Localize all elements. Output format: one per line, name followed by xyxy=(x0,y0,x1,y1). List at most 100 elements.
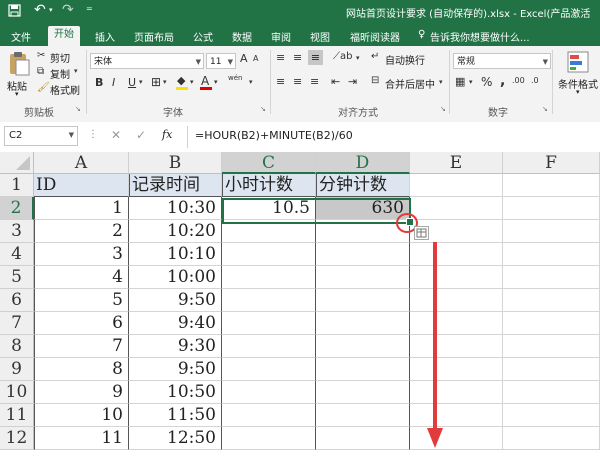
paste-button[interactable]: 粘贴 ▾ xyxy=(6,50,32,100)
clipboard-launcher-icon[interactable]: ↘ xyxy=(75,105,81,113)
bold-button[interactable]: B xyxy=(95,76,103,89)
time-cell[interactable]: 10:10 xyxy=(129,243,222,266)
hours-cell[interactable] xyxy=(222,381,316,404)
row-header-4[interactable]: 4 xyxy=(0,243,34,266)
alignment-launcher-icon[interactable]: ↘ xyxy=(440,105,446,113)
time-cell[interactable]: 12:50 xyxy=(129,427,222,450)
column-header-f[interactable]: F xyxy=(503,152,600,174)
cut-button[interactable]: 剪切 xyxy=(50,50,70,65)
format-painter-button[interactable]: 格式刷 xyxy=(50,82,80,97)
decrease-indent-icon[interactable]: ⇤ xyxy=(331,75,340,88)
id-cell[interactable]: 10 xyxy=(34,404,129,427)
align-center-icon[interactable]: ≡ xyxy=(293,75,302,88)
row-header-3[interactable]: 3 xyxy=(0,220,34,243)
insert-function-button[interactable]: fx xyxy=(162,128,172,141)
time-cell[interactable]: 11:50 xyxy=(129,404,222,427)
borders-dropdown-icon[interactable]: ▾ xyxy=(163,78,167,86)
align-middle-icon[interactable]: ≡ xyxy=(293,51,302,64)
minutes-cell[interactable] xyxy=(316,427,410,450)
column-header-b[interactable]: B xyxy=(129,152,222,174)
undo-icon[interactable]: ↶ xyxy=(34,2,46,18)
row-header-8[interactable]: 8 xyxy=(0,335,34,358)
header-cell-d[interactable]: 分钟计数 xyxy=(316,174,410,197)
empty-cell[interactable] xyxy=(503,404,600,427)
font-launcher-icon[interactable]: ↘ xyxy=(260,105,266,113)
row-header-2[interactable]: 2 xyxy=(0,197,34,220)
column-header-a[interactable]: A xyxy=(34,152,129,174)
row-header-1[interactable]: 1 xyxy=(0,174,34,197)
font-size-select[interactable]: 11 ▼ xyxy=(206,53,236,69)
minutes-cell[interactable] xyxy=(316,289,410,312)
column-header-e[interactable]: E xyxy=(410,152,503,174)
empty-cell[interactable] xyxy=(410,427,503,450)
tab-review[interactable]: 审阅 xyxy=(271,29,291,44)
font-color-button[interactable]: A xyxy=(201,74,209,88)
empty-cell[interactable] xyxy=(503,266,600,289)
header-cell-b[interactable]: 记录时间 xyxy=(129,174,222,197)
id-cell[interactable]: 4 xyxy=(34,266,129,289)
undo-dropdown-icon[interactable]: ▾ xyxy=(49,6,53,14)
hours-cell[interactable] xyxy=(222,243,316,266)
increase-indent-icon[interactable]: ⇥ xyxy=(348,75,357,88)
tab-page-layout[interactable]: 页面布局 xyxy=(134,29,174,44)
fill-color-dropdown-icon[interactable]: ▾ xyxy=(190,78,194,86)
hours-cell[interactable] xyxy=(222,335,316,358)
more-options-icon[interactable]: ⋮ xyxy=(88,129,98,140)
phonetic-button[interactable]: wén xyxy=(228,74,242,82)
align-left-icon[interactable]: ≡ xyxy=(276,75,285,88)
number-format-select[interactable]: 常规 ▼ xyxy=(453,53,551,69)
time-cell[interactable]: 10:50 xyxy=(129,381,222,404)
row-header-5[interactable]: 5 xyxy=(0,266,34,289)
tab-foxit-reader[interactable]: 福昕阅读器 xyxy=(350,29,400,44)
time-cell[interactable]: 9:50 xyxy=(129,358,222,381)
row-header-9[interactable]: 9 xyxy=(0,358,34,381)
minutes-cell[interactable] xyxy=(316,335,410,358)
redo-icon[interactable]: ↷ xyxy=(62,2,74,18)
borders-icon[interactable]: ⊞ xyxy=(151,75,161,89)
hours-cell[interactable] xyxy=(222,404,316,427)
row-header-11[interactable]: 11 xyxy=(0,404,34,427)
font-name-select[interactable]: 宋体 ▼ xyxy=(90,53,204,69)
tab-data[interactable]: 数据 xyxy=(232,29,252,44)
column-header-d[interactable]: D xyxy=(316,152,410,174)
wrap-text-button[interactable]: 自动换行 xyxy=(385,52,425,67)
row-header-10[interactable]: 10 xyxy=(0,381,34,404)
number-launcher-icon[interactable]: ↘ xyxy=(542,105,548,113)
time-cell[interactable]: 9:30 xyxy=(129,335,222,358)
empty-cell[interactable] xyxy=(503,381,600,404)
empty-cell[interactable] xyxy=(503,427,600,450)
tab-formulas[interactable]: 公式 xyxy=(193,29,213,44)
id-cell[interactable]: 7 xyxy=(34,335,129,358)
time-cell[interactable]: 9:50 xyxy=(129,289,222,312)
time-cell[interactable]: 10:20 xyxy=(129,220,222,243)
merge-center-button[interactable]: 合并后居中 xyxy=(385,76,435,91)
empty-cell[interactable] xyxy=(503,358,600,381)
empty-cell[interactable] xyxy=(503,335,600,358)
time-cell[interactable]: 10:00 xyxy=(129,266,222,289)
empty-cell[interactable] xyxy=(410,381,503,404)
name-box[interactable]: C2 ▼ xyxy=(4,126,78,146)
currency-dropdown-icon[interactable]: ▾ xyxy=(469,78,473,86)
percent-button[interactable]: % xyxy=(481,75,492,89)
hours-cell[interactable] xyxy=(222,427,316,450)
font-color-dropdown-icon[interactable]: ▾ xyxy=(214,78,218,86)
tab-view[interactable]: 视图 xyxy=(310,29,330,44)
header-cell-a[interactable]: ID xyxy=(34,174,129,197)
id-cell[interactable]: 11 xyxy=(34,427,129,450)
copy-button[interactable]: 复制 xyxy=(50,66,70,81)
id-cell[interactable]: 6 xyxy=(34,312,129,335)
copy-dropdown-icon[interactable]: ▾ xyxy=(74,67,78,75)
shrink-font-button[interactable]: A xyxy=(253,54,258,63)
empty-cell[interactable] xyxy=(410,404,503,427)
minutes-cell[interactable] xyxy=(316,312,410,335)
decrease-decimal-button[interactable]: .0 xyxy=(531,76,539,85)
align-bottom-icon[interactable]: ≡ xyxy=(308,50,323,65)
minutes-cell[interactable] xyxy=(316,243,410,266)
comma-button[interactable]: , xyxy=(500,73,505,89)
row-header-7[interactable]: 7 xyxy=(0,312,34,335)
underline-button[interactable]: U xyxy=(128,76,136,89)
empty-cell[interactable] xyxy=(503,220,600,243)
currency-icon[interactable]: ▦ xyxy=(455,75,465,88)
header-cell-c[interactable]: 小时计数 xyxy=(222,174,316,197)
empty-cell[interactable] xyxy=(410,266,503,289)
